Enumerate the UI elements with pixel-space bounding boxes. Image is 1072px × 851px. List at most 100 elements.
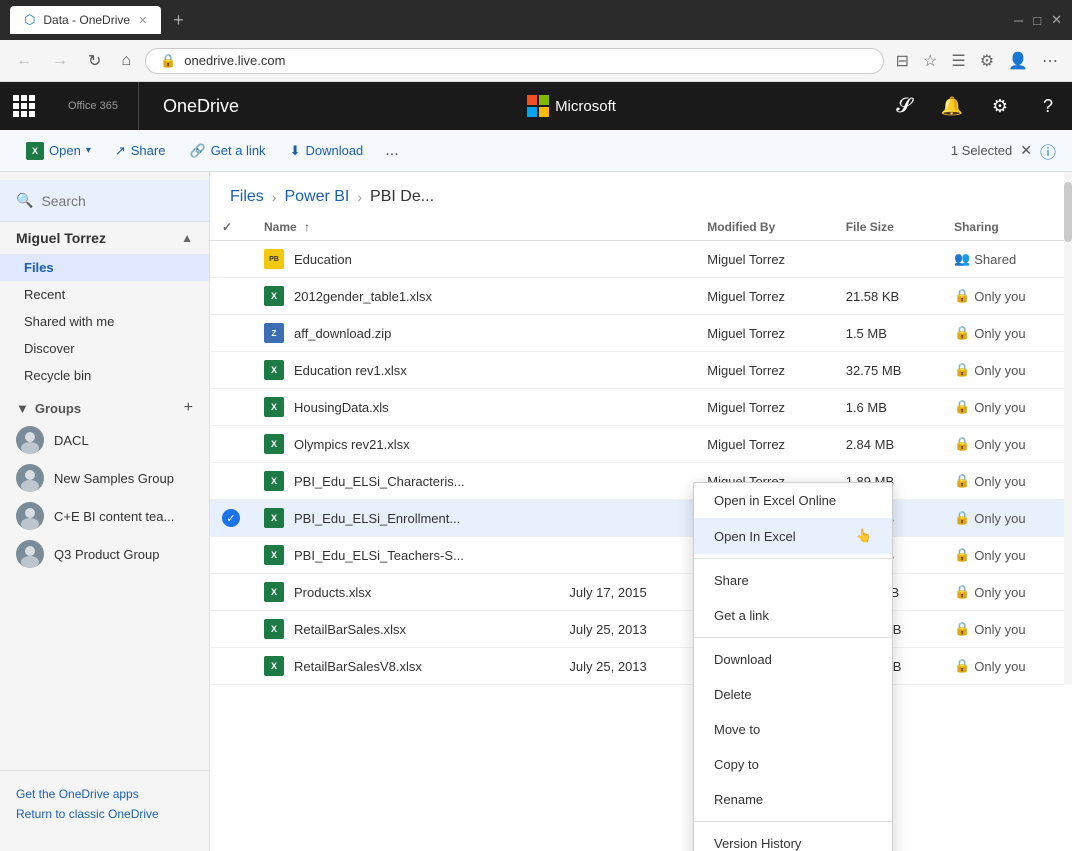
minimize-button[interactable]: ─ bbox=[1014, 13, 1023, 28]
context-version-history[interactable]: Version History bbox=[694, 826, 892, 851]
row-name[interactable]: XPBI_Edu_ELSi_Enrollment... bbox=[252, 500, 557, 537]
menu-icon[interactable]: ☰ bbox=[947, 47, 969, 75]
home-button[interactable]: ⌂ bbox=[115, 48, 137, 74]
sidebar-item-recent[interactable]: Recent bbox=[0, 281, 209, 308]
table-row[interactable]: ✓XPBI_Edu_ELSi_Enrollment...Miguel Torre… bbox=[210, 500, 1072, 537]
table-row[interactable]: XRetailBarSales.xlsxJuly 25, 2013Miguel … bbox=[210, 611, 1072, 648]
breadcrumb-files[interactable]: Files bbox=[230, 188, 264, 206]
sidebar-item-shared[interactable]: Shared with me bbox=[0, 308, 209, 335]
context-move-to[interactable]: Move to bbox=[694, 712, 892, 747]
context-copy-to[interactable]: Copy to bbox=[694, 747, 892, 782]
context-share[interactable]: Share bbox=[694, 563, 892, 598]
back-button[interactable]: ← bbox=[10, 48, 38, 74]
row-check[interactable] bbox=[210, 463, 252, 500]
row-name[interactable]: Zaff_download.zip bbox=[252, 315, 557, 352]
row-name[interactable]: PBEducation bbox=[252, 241, 557, 278]
table-row[interactable]: XRetailBarSalesV8.xlsxJuly 25, 2013Migue… bbox=[210, 648, 1072, 685]
more-button[interactable]: ... bbox=[377, 137, 406, 165]
forward-button[interactable]: → bbox=[46, 48, 74, 74]
search-input[interactable] bbox=[41, 193, 210, 209]
sidebar-item-files[interactable]: Files bbox=[0, 254, 209, 281]
context-download[interactable]: Download bbox=[694, 642, 892, 677]
get-link-button[interactable]: 🔗 Get a link bbox=[179, 138, 275, 164]
sidebar-group-dacl[interactable]: DACL bbox=[0, 421, 209, 459]
sidebar-group-cebi[interactable]: C+E BI content tea... bbox=[0, 497, 209, 535]
sidebar-group-q3[interactable]: Q3 Product Group bbox=[0, 535, 209, 573]
context-delete[interactable]: Delete bbox=[694, 677, 892, 712]
context-rename[interactable]: Rename bbox=[694, 782, 892, 817]
row-name[interactable]: XRetailBarSalesV8.xlsx bbox=[252, 648, 557, 685]
row-check[interactable] bbox=[210, 315, 252, 352]
row-check[interactable] bbox=[210, 278, 252, 315]
table-row[interactable]: XHousingData.xlsMiguel Torrez1.6 MB🔒 Onl… bbox=[210, 389, 1072, 426]
waffle-button[interactable] bbox=[0, 82, 48, 130]
refresh-button[interactable]: ↻ bbox=[82, 47, 107, 75]
star-icon[interactable]: ☆ bbox=[919, 47, 941, 75]
maximize-button[interactable]: □ bbox=[1033, 13, 1041, 28]
tab-close-button[interactable]: ✕ bbox=[138, 14, 147, 27]
bookmarks-icon[interactable]: ⊟ bbox=[892, 47, 913, 75]
row-check[interactable] bbox=[210, 241, 252, 278]
row-check[interactable] bbox=[210, 426, 252, 463]
new-tab-button[interactable]: + bbox=[173, 10, 184, 31]
table-row[interactable]: PBEducationMiguel Torrez👥 Shared bbox=[210, 241, 1072, 278]
share-button[interactable]: ↗ Share bbox=[105, 138, 176, 164]
context-get-link[interactable]: Get a link bbox=[694, 598, 892, 633]
table-row[interactable]: XPBI_Edu_ELSi_Characteris...Miguel Torre… bbox=[210, 463, 1072, 500]
open-button[interactable]: X Open ▾ bbox=[16, 137, 101, 165]
table-row[interactable]: X2012gender_table1.xlsxMiguel Torrez21.5… bbox=[210, 278, 1072, 315]
col-file-size[interactable]: File Size bbox=[834, 214, 942, 241]
row-name[interactable]: X2012gender_table1.xlsx bbox=[252, 278, 557, 315]
row-name[interactable]: XRetailBarSales.xlsx bbox=[252, 611, 557, 648]
search-bar[interactable]: 🔍 bbox=[0, 180, 209, 222]
context-open-in-excel[interactable]: Open In Excel 👆 bbox=[694, 518, 892, 554]
col-modified-by[interactable]: Modified By bbox=[695, 214, 833, 241]
settings-button[interactable]: ⚙ bbox=[976, 82, 1024, 130]
row-check[interactable] bbox=[210, 574, 252, 611]
row-name[interactable]: XOlympics rev21.xlsx bbox=[252, 426, 557, 463]
row-check[interactable] bbox=[210, 389, 252, 426]
help-button[interactable]: ? bbox=[1024, 82, 1072, 130]
skype-button[interactable]: 𝓢 bbox=[880, 82, 928, 130]
row-name[interactable]: XHousingData.xls bbox=[252, 389, 557, 426]
extensions-icon[interactable]: ⚙ bbox=[976, 47, 998, 75]
row-name[interactable]: XPBI_Edu_ELSi_Characteris... bbox=[252, 463, 557, 500]
table-row[interactable]: XOlympics rev21.xlsxMiguel Torrez2.84 MB… bbox=[210, 426, 1072, 463]
row-check[interactable] bbox=[210, 648, 252, 685]
scrollbar-track[interactable] bbox=[1064, 172, 1072, 685]
close-button[interactable]: ✕ bbox=[1051, 12, 1062, 28]
sidebar-group-new-samples[interactable]: New Samples Group bbox=[0, 459, 209, 497]
sidebar-item-discover[interactable]: Discover bbox=[0, 335, 209, 362]
row-check[interactable] bbox=[210, 611, 252, 648]
row-check[interactable]: ✓ bbox=[210, 500, 252, 537]
table-row[interactable]: XPBI_Edu_ELSi_Teachers-S...Miguel Torrez… bbox=[210, 537, 1072, 574]
sidebar-user[interactable]: Miguel Torrez ▲ bbox=[0, 222, 209, 254]
scrollbar-thumb[interactable] bbox=[1064, 182, 1072, 242]
row-name[interactable]: XPBI_Edu_ELSi_Teachers-S... bbox=[252, 537, 557, 574]
sidebar-groups-section: ▼ Groups + bbox=[0, 389, 209, 421]
context-open-excel-online[interactable]: Open in Excel Online bbox=[694, 483, 892, 518]
info-button[interactable]: ⓘ bbox=[1040, 139, 1056, 163]
browser-tab-active[interactable]: ⬡ Data - OneDrive ✕ bbox=[10, 6, 161, 34]
more-icon[interactable]: ⋯ bbox=[1038, 47, 1062, 75]
table-row[interactable]: XProducts.xlsxJuly 17, 2015Miguel Torrez… bbox=[210, 574, 1072, 611]
sidebar-item-recycle[interactable]: Recycle bin bbox=[0, 362, 209, 389]
get-apps-link[interactable]: Get the OneDrive apps bbox=[16, 787, 193, 801]
table-row[interactable]: XEducation rev1.xlsxMiguel Torrez32.75 M… bbox=[210, 352, 1072, 389]
row-check[interactable] bbox=[210, 352, 252, 389]
address-bar[interactable]: 🔒 onedrive.live.com bbox=[145, 48, 884, 74]
row-check[interactable] bbox=[210, 537, 252, 574]
classic-link[interactable]: Return to classic OneDrive bbox=[16, 807, 193, 821]
col-name[interactable]: Name ↑ bbox=[252, 214, 557, 241]
col-sharing[interactable]: Sharing bbox=[942, 214, 1072, 241]
row-name[interactable]: XEducation rev1.xlsx bbox=[252, 352, 557, 389]
breadcrumb-powerbi[interactable]: Power BI bbox=[284, 188, 349, 206]
download-button[interactable]: ⬇ Download bbox=[280, 138, 374, 164]
notifications-button[interactable]: 🔔 bbox=[928, 82, 976, 130]
row-name[interactable]: XProducts.xlsx bbox=[252, 574, 557, 611]
add-group-button[interactable]: + bbox=[184, 399, 193, 417]
col-date[interactable] bbox=[557, 214, 695, 241]
close-selection-button[interactable]: ✕ bbox=[1020, 142, 1032, 159]
table-row[interactable]: Zaff_download.zipMiguel Torrez1.5 MB🔒 On… bbox=[210, 315, 1072, 352]
profile-icon[interactable]: 👤 bbox=[1004, 47, 1032, 75]
